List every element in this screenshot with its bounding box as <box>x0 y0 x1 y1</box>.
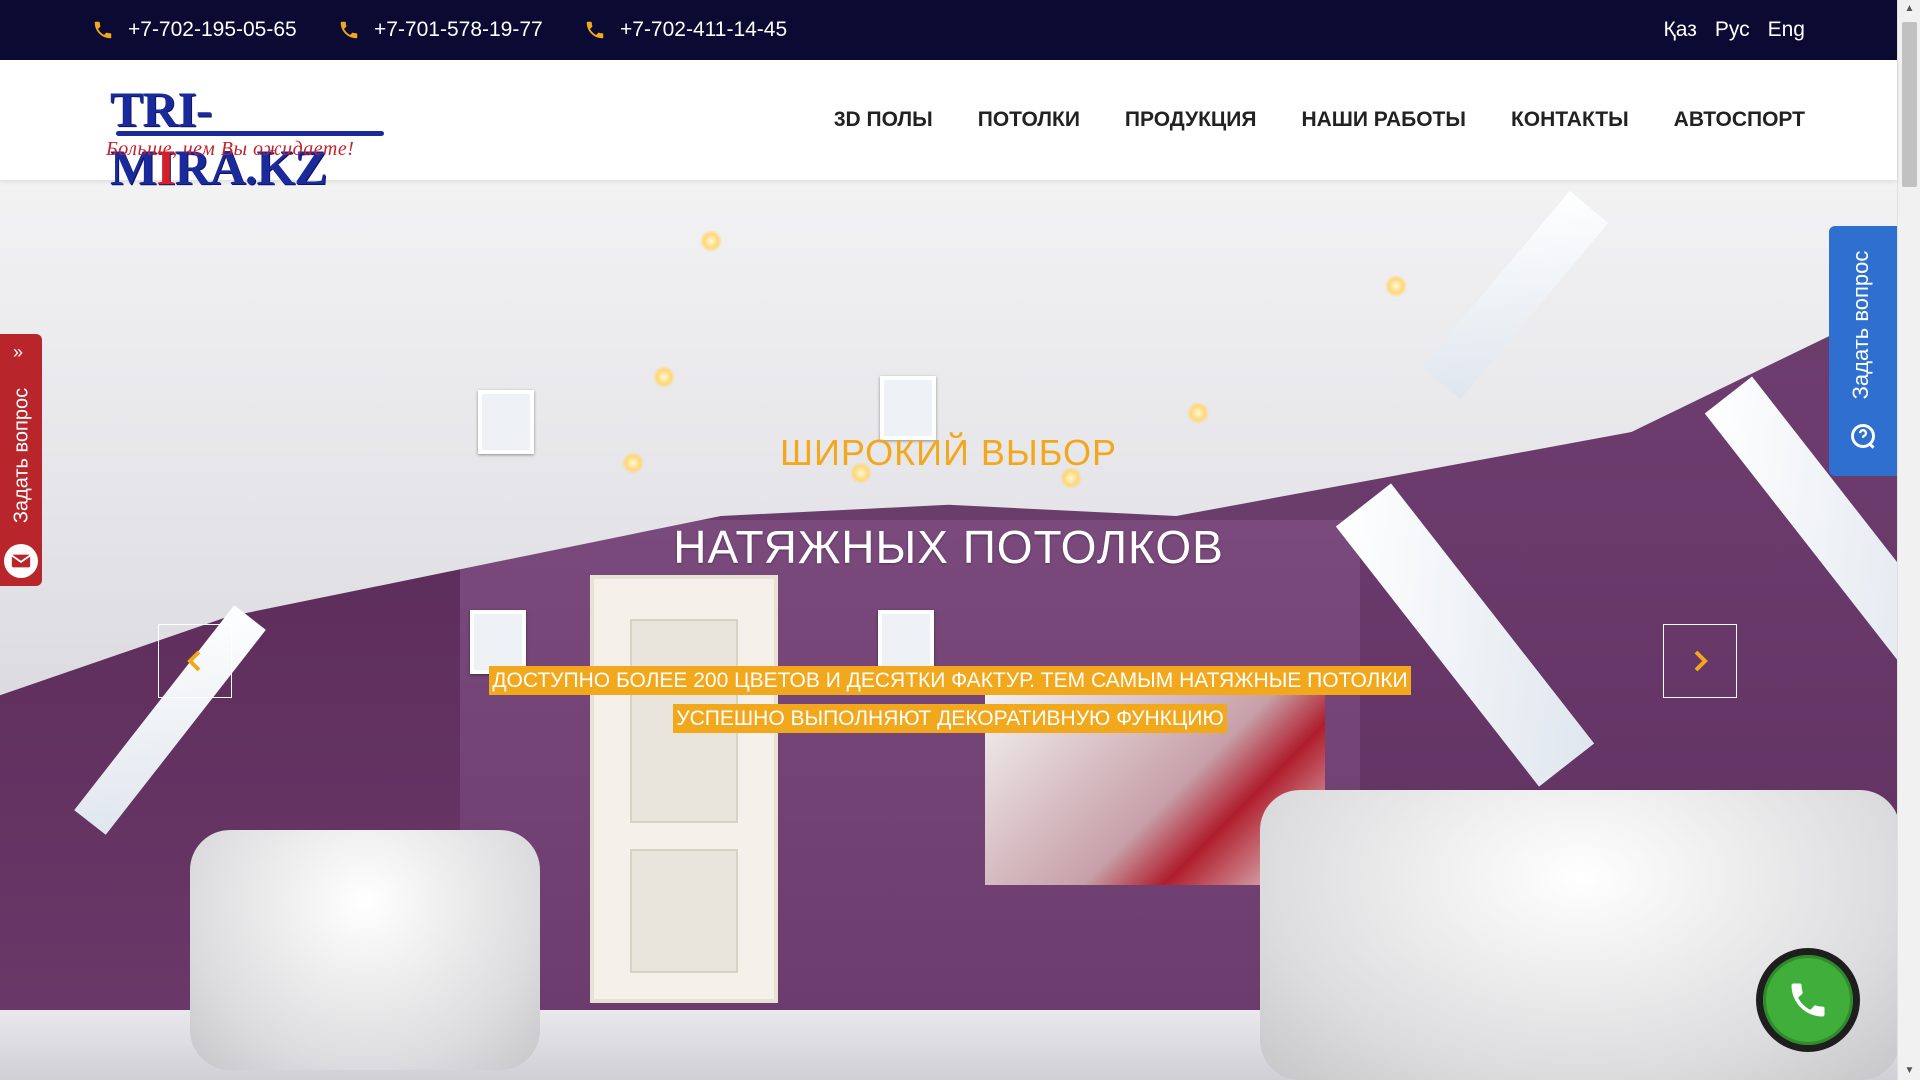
hero-subtitle: ШИРОКИЙ ВЫБОР <box>780 432 1117 473</box>
nav-item-motorsport[interactable]: АВТОСПОРТ <box>1674 108 1805 132</box>
door-panel <box>630 849 738 973</box>
phone-link-1[interactable]: +7-702-195-05-65 <box>92 16 297 44</box>
call-button-inner <box>1763 955 1853 1045</box>
chevron-right-icon <box>1694 650 1708 672</box>
double-chevron-right-icon: » <box>13 342 24 362</box>
nav-item-products[interactable]: ПРОДУКЦИЯ <box>1125 108 1257 132</box>
hero-image-lamp <box>700 230 722 252</box>
hero-image-frame <box>880 376 936 440</box>
nav-item-ceilings[interactable]: ПОТОЛКИ <box>978 108 1080 132</box>
nav-item-contacts[interactable]: КОНТАКТЫ <box>1511 108 1629 132</box>
lang-kz[interactable]: Қаз <box>1664 18 1697 42</box>
logo-tagline: Больше, чем Вы ожидаете! <box>106 138 355 160</box>
hero-image-armchair <box>190 830 540 1070</box>
mail-icon <box>4 544 38 578</box>
lang-ru[interactable]: Рус <box>1715 18 1750 42</box>
slider-prev-button[interactable] <box>158 624 232 698</box>
hero-image-door <box>590 575 778 1003</box>
main-nav: 3D ПОЛЫ ПОТОЛКИ ПРОДУКЦИЯ НАШИ РАБОТЫ КО… <box>834 108 1805 132</box>
ask-question-tab-right[interactable]: Задать вопрос <box>1829 226 1897 476</box>
nav-item-our-works[interactable]: НАШИ РАБОТЫ <box>1301 108 1466 132</box>
phone-number: +7-702-411-14-45 <box>620 18 788 41</box>
lang-en[interactable]: Eng <box>1768 18 1805 42</box>
ask-question-label: Задать вопрос <box>10 387 33 524</box>
phone-link-3[interactable]: +7-702-411-14-45 <box>584 16 787 44</box>
ask-question-label: Задать вопрос <box>1848 250 1873 400</box>
question-chat-icon <box>1851 424 1875 449</box>
hero-slider: ШИРОКИЙ ВЫБОР НАТЯЖНЫХ ПОТОЛКОВ ДОСТУПНО… <box>0 180 1897 1080</box>
language-switcher: Қаз Рус Eng <box>1664 18 1805 42</box>
hero-description: ДОСТУПНО БОЛЕЕ 200 ЦВЕТОВ И ДЕСЯТКИ ФАКТ… <box>450 662 1450 738</box>
nav-item-3d-floors[interactable]: 3D ПОЛЫ <box>834 108 933 132</box>
slider-next-button[interactable] <box>1663 624 1737 698</box>
scroll-down-arrow-icon[interactable]: ▼ <box>1898 1062 1920 1080</box>
call-button[interactable] <box>1756 948 1860 1052</box>
hero-image-lamp <box>653 366 675 388</box>
chevron-left-icon <box>187 650 201 672</box>
scroll-up-arrow-icon[interactable]: ▲ <box>1898 0 1920 18</box>
phone-icon <box>586 21 604 39</box>
hero-image-lamp <box>1385 275 1407 297</box>
hero-title: НАТЯЖНЫХ ПОТОЛКОВ <box>673 521 1224 573</box>
call-icon <box>1791 983 1825 1017</box>
phone-number: +7-702-195-05-65 <box>128 18 297 41</box>
logo-swoosh <box>116 131 384 136</box>
hero-image-lamp <box>1187 402 1209 424</box>
top-bar: +7-702-195-05-65 +7-701-578-19-77 +7-702… <box>0 0 1897 60</box>
phone-icon <box>94 21 112 39</box>
phone-number: +7-701-578-19-77 <box>374 18 543 41</box>
header: TRI-MIRA.KZ Больше, чем Вы ожидаете! 3D … <box>0 60 1897 195</box>
phone-icon <box>340 21 358 39</box>
scrollbar-thumb[interactable] <box>1902 22 1917 187</box>
ask-question-tab-left[interactable]: » Задать вопрос <box>0 334 42 586</box>
phone-link-2[interactable]: +7-701-578-19-77 <box>338 16 543 44</box>
page-scrollbar[interactable]: ▲ ▼ <box>1897 0 1920 1080</box>
logo[interactable]: TRI-MIRA.KZ Больше, чем Вы ожидаете! <box>104 74 394 195</box>
